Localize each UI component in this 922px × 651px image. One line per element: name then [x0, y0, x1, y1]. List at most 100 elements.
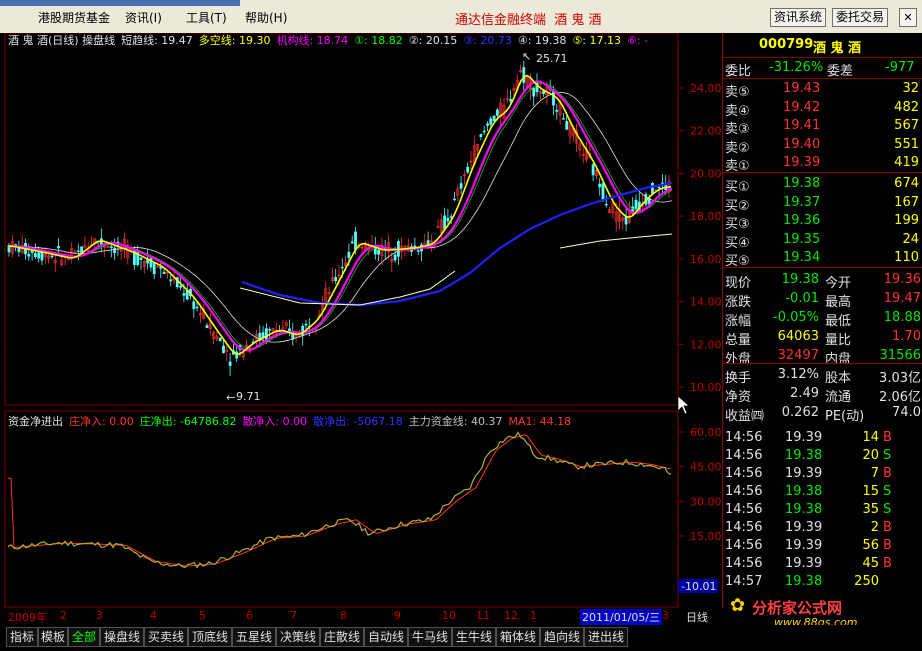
main-ytick-label: 24.00	[690, 82, 722, 95]
date-label: 3	[96, 609, 103, 622]
info-system-button[interactable]: 资讯系统	[770, 8, 827, 27]
sub-ytick-label: 45.00	[690, 461, 722, 474]
sub-ytick-label: 60.00	[690, 426, 722, 439]
indicator-tabs: 指标 模板 全部 操盘线 买卖线 顶底线 五星线 决策线 庄散线 自动线 牛马线 生牛线 箱体线 趋向线进…	[0, 625, 922, 651]
tab-4[interactable]: 买卖线	[144, 627, 188, 647]
ma-paleyellow-line	[239, 270, 456, 306]
candle-body	[57, 245, 60, 249]
date-label: 1	[530, 609, 537, 622]
stock-code: 000799	[759, 37, 814, 52]
date-label: 5	[199, 609, 206, 622]
candle-body	[218, 337, 222, 342]
tab-11[interactable]: 生牛线	[452, 627, 496, 647]
quote-panel: 000799 酒 鬼 酒 委比 -31.26% 委差 -977 卖⑤ 19.43 3…	[722, 33, 922, 608]
candle-body	[139, 257, 143, 260]
tab-14[interactable]: 进出线	[584, 627, 628, 647]
candle-body	[489, 118, 493, 125]
main-header-7: ④: 19.38	[518, 34, 567, 47]
tick-row: 14:56 19.39 56 B	[725, 538, 892, 553]
tab-6[interactable]: 五星线	[232, 627, 276, 647]
tab-12[interactable]: 箱体线	[496, 627, 540, 647]
candle-body	[162, 271, 166, 274]
svg-text:酒 鬼 酒(日线) 操盘线短趋线: 19.47多空线: 19: 酒 鬼 酒(日线) 操盘线 短趋线: 19.47 多空线: 19.30 机构线: 18…	[8, 33, 648, 47]
trade-order-button[interactable]: 委托交易	[832, 8, 889, 27]
candle-body	[604, 203, 608, 206]
date-axis: 2009年23456789101112123 2011/01/05/三 日线	[0, 608, 722, 625]
tab-1[interactable]: 模板	[38, 627, 68, 647]
candle-body	[486, 123, 489, 126]
chart-area[interactable]: 24.00 22.00 20.00 18.00 16.00 14.00 12.00 10.00…	[0, 32, 722, 608]
candle-body	[479, 134, 483, 137]
stat-row: 涨跌 -0.01 最高 19.47	[725, 291, 921, 310]
tab-3[interactable]: 操盘线	[100, 627, 144, 647]
candle-body	[565, 121, 569, 130]
sub-header-0: 资金净进出	[8, 414, 63, 428]
kline-chart[interactable]: 24.00 22.00 20.00 18.00 16.00 14.00 12.00 10.00…	[0, 32, 722, 608]
main-header-6: ③: 20.73	[463, 34, 512, 47]
main-header-3: 机构线: 18.74	[276, 33, 348, 47]
menu-tools[interactable]: 工具(T)	[186, 9, 227, 26]
date-label: 3	[662, 609, 669, 622]
high-label: 25.71	[536, 52, 568, 65]
tab-0[interactable]: 指标	[6, 627, 38, 647]
date-label: 4	[150, 609, 157, 622]
low-arrow-icon: ←	[226, 391, 235, 404]
tick-row: 14:56 19.39 2 B	[725, 520, 892, 535]
tab-8[interactable]: 庄散线	[320, 627, 364, 647]
period-label[interactable]: 日线	[686, 609, 708, 625]
main-header-4: ①: 18.82	[354, 34, 403, 47]
main-ytick-label: 16.00	[690, 253, 722, 266]
tick-row: 14:56 19.39 45 B	[725, 556, 892, 571]
main-ytick-label: 18.00	[690, 210, 722, 223]
candle-body	[509, 98, 513, 102]
candle-body	[634, 199, 638, 209]
date-label: 10	[442, 609, 456, 622]
sub-ytick-label: 15.00	[690, 530, 722, 543]
tick-row: 14:57 19.38 250	[725, 574, 879, 589]
candle-body	[195, 306, 199, 309]
candle-body	[657, 186, 661, 189]
candle-body	[268, 329, 272, 331]
ma-blue-line	[241, 181, 673, 307]
main-header-2: 多空线: 19.30	[199, 33, 271, 47]
candle-body	[350, 241, 354, 244]
date-label: 12	[504, 609, 518, 622]
tab-2[interactable]: 全部	[68, 627, 100, 647]
tab-5[interactable]: 顶底线	[188, 627, 232, 647]
ma1-line	[8, 434, 672, 567]
buy-level-row: 买③ 19.36 199	[725, 213, 919, 232]
candle-body	[601, 183, 605, 201]
stat-row: 换手 3.12% 股本 3.03亿	[725, 367, 921, 386]
sell-level-row: 卖③ 19.41 567	[725, 118, 919, 137]
tab-9[interactable]: 自动线	[364, 627, 408, 647]
sub-header-4: 散净出: -5067.18	[313, 414, 403, 428]
candle-body	[109, 246, 113, 248]
institution-line	[7, 80, 673, 352]
menu-bar: 港股期货基金 资讯(I) 工具(T) 帮助(H) 通达信金融终端 酒 鬼 酒 资…	[0, 0, 922, 34]
sub-ytick-label: 30.00	[690, 495, 722, 508]
candle-body	[354, 231, 357, 251]
buy-level-row: 买⑤ 19.34 110	[725, 250, 919, 269]
tab-13[interactable]: 趋向线	[540, 627, 584, 647]
stat-row: 现价 19.38 今开 19.36	[725, 272, 921, 291]
candle-body	[179, 285, 183, 288]
buy-level-row: 买① 19.38 674	[725, 176, 919, 195]
close-icon[interactable]: ✕	[899, 8, 917, 27]
main-header-0: 酒 鬼 酒(日线) 操盘线	[8, 33, 115, 47]
candle-body	[413, 245, 417, 248]
menu-help[interactable]: 帮助(H)	[245, 9, 287, 26]
app-title: 通达信金融终端 酒 鬼 酒	[455, 13, 602, 28]
main-ytick-label: 22.00	[690, 125, 722, 138]
main-ytick-label: 20.00	[690, 167, 722, 180]
high-arrow-icon: ↖	[522, 50, 531, 63]
candle-body	[416, 250, 420, 252]
menu-info[interactable]: 资讯(I)	[125, 9, 162, 26]
candle-body	[453, 198, 456, 201]
candle-body	[222, 345, 225, 353]
candle-body	[304, 323, 308, 326]
buy-level-row: 买④ 19.35 24	[725, 231, 919, 251]
menu-hk-futures[interactable]: 港股期货基金	[38, 9, 110, 26]
svg-text:资金净进出庄净入: 0.00庄净出: -64786.82散净: 资金净进出 庄净入: 0.00 庄净出: -64786.82 散净入: 0.00 散净出…	[8, 414, 571, 428]
tab-7[interactable]: 决策线	[276, 627, 320, 647]
tab-10[interactable]: 牛马线	[408, 627, 452, 647]
